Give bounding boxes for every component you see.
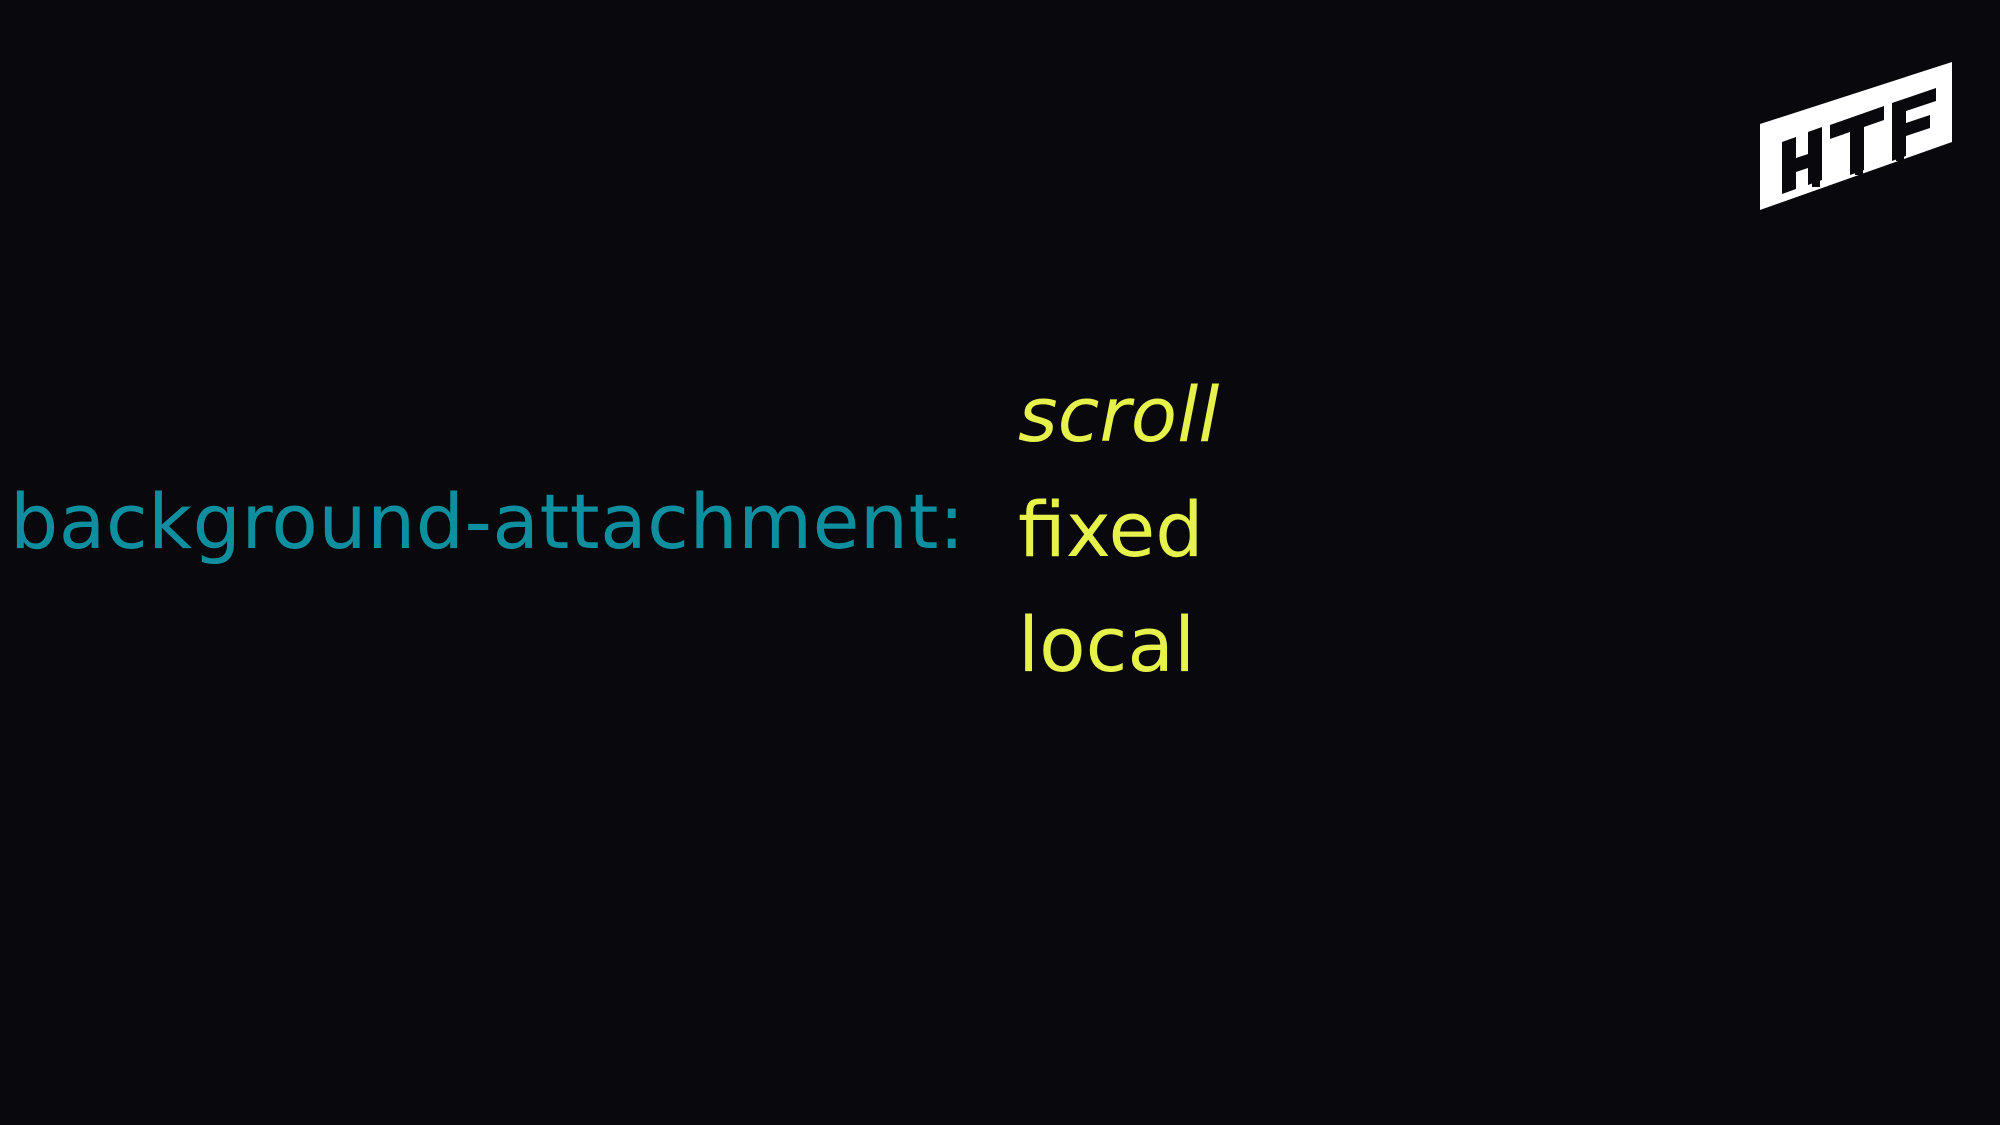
value-list: scroll fixed local [1018, 357, 1219, 702]
value-local: local [1018, 600, 1196, 689]
value-fixed: fixed [1018, 485, 1204, 574]
property-name: background-attachment: [10, 477, 965, 566]
slide: background-attachment: scroll fixed loca… [0, 0, 2000, 1125]
value-scroll: scroll [1018, 370, 1220, 459]
htf-logo-icon [1760, 62, 1952, 210]
